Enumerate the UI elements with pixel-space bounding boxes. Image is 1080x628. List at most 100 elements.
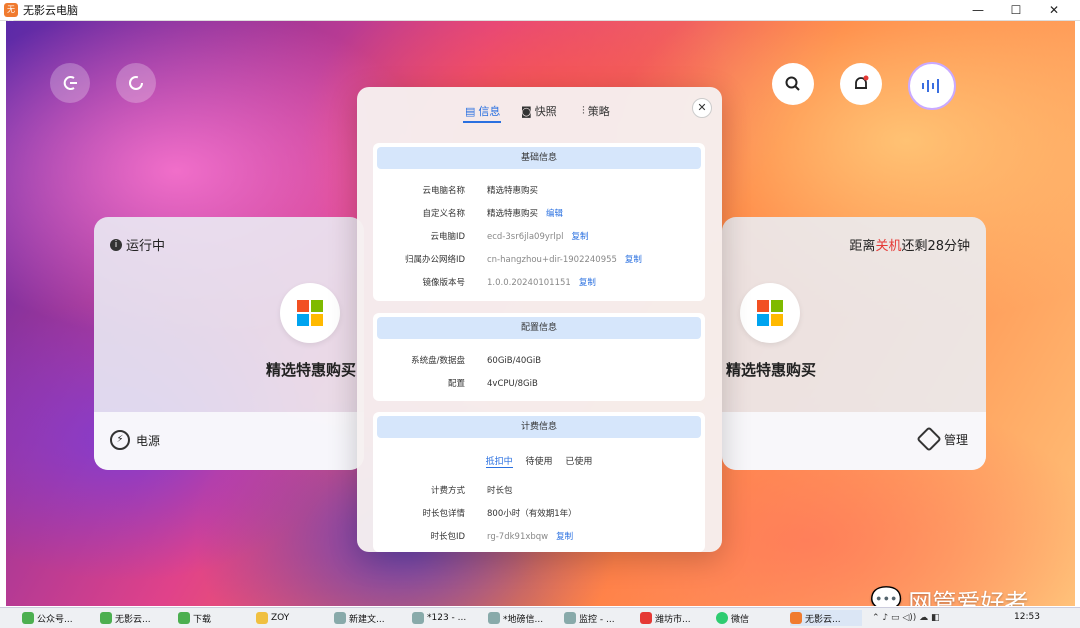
subtab-deducting[interactable]: 抵扣中: [485, 457, 513, 468]
window-title: 无影云电脑: [23, 4, 78, 17]
settings-icon: [916, 426, 942, 452]
section-header: 计费信息: [377, 416, 701, 438]
clock: 12:53: [1014, 612, 1040, 622]
modal-tabs: ▤ 信息 ◙ 快照 ⫶ 策略: [357, 103, 722, 123]
refresh-icon: [129, 76, 143, 90]
refresh-button[interactable]: [116, 63, 156, 103]
card-footer: ⚡ 电源: [94, 412, 364, 470]
info-row: 归属办公网络ID cn-hangzhou+dir-1902240955 复制: [404, 255, 642, 265]
billing-info-section: 计费信息 抵扣中 待使用 已使用 计费方式 时长包 时长包详情 800小时（有效…: [373, 412, 705, 552]
power-icon: ⚡: [110, 430, 130, 450]
maximize-button[interactable]: ☐: [998, 0, 1034, 20]
info-row: 配置 4vCPU/8GiB: [447, 379, 538, 389]
taskbar-item[interactable]: *123 - ...: [412, 610, 466, 626]
close-window-button[interactable]: ✕: [1036, 0, 1072, 20]
countdown-highlight: 关机: [875, 239, 902, 254]
voice-wave-icon: [922, 79, 939, 93]
copy-link[interactable]: 复制: [556, 532, 573, 542]
notepad-icon: [488, 612, 500, 624]
windows-logo-icon: [280, 283, 340, 343]
folder-icon: [256, 612, 268, 624]
wps-icon: [640, 612, 652, 624]
notepad-icon: [412, 612, 424, 624]
subtab-pending[interactable]: 待使用: [525, 457, 552, 467]
power-button[interactable]: ⚡ 电源: [110, 430, 160, 450]
tray-icons: ⌃ ♪ ▭ ◁)) ☁ ◧: [872, 613, 940, 623]
info-row: 系统盘/数据盘 60GiB/40GiB: [411, 356, 542, 366]
info-icon: i: [110, 238, 122, 251]
search-button[interactable]: [772, 63, 814, 105]
copy-link[interactable]: 复制: [579, 278, 596, 288]
active-tab-indicator: [463, 121, 501, 123]
watermark: 💬 网管爱好者: [870, 583, 1029, 607]
cloud-pc-card-left[interactable]: i 运行中 精选特惠购买 ⚡ 电源: [94, 217, 364, 470]
taskbar-item[interactable]: 公众号...: [22, 610, 73, 626]
subtab-used[interactable]: 已使用: [565, 457, 592, 467]
watermark-text: 网管爱好者: [908, 589, 1029, 606]
status-label: i 运行中: [110, 235, 165, 254]
copy-link[interactable]: 复制: [572, 232, 589, 242]
sliders-icon: ⫶: [582, 104, 585, 117]
app-icon: [790, 612, 802, 624]
taskbar-item[interactable]: 无影云...: [100, 610, 151, 626]
status-text: 运行中: [126, 239, 166, 254]
bell-icon: [855, 75, 869, 89]
logout-icon: [63, 76, 77, 90]
countdown-prefix: 距离: [849, 239, 876, 254]
window-titlebar: 无影 无影云电脑 — ☐ ✕: [0, 0, 1080, 28]
basic-info-section: 基础信息 云电脑名称 精选特惠购买 自定义名称 精选特惠购买 编辑 云电脑ID e…: [373, 143, 705, 301]
tab-snapshot[interactable]: ◙ 快照: [521, 103, 557, 119]
voice-assistant-button[interactable]: [908, 62, 956, 110]
tab-policy[interactable]: ⫶ 策略: [582, 103, 610, 119]
countdown-suffix: 还剩28分钟: [901, 239, 970, 254]
notepad-icon: [334, 612, 346, 624]
camera-icon: ◙: [521, 104, 532, 118]
taskbar: 公众号... 无影云... 下载 ZOY 新建文... *123 - ... *…: [0, 607, 1080, 628]
taskbar-item[interactable]: 潍坊市...: [640, 610, 691, 626]
power-label: 电源: [136, 433, 161, 448]
info-row: 时长包ID rg-7dk91xbqw 复制: [430, 532, 574, 542]
billing-subtabs: 抵扣中 待使用 已使用: [373, 454, 705, 468]
notification-button[interactable]: [840, 63, 882, 105]
app-logo-icon: 无影: [4, 3, 18, 28]
close-modal-button[interactable]: ✕: [692, 98, 712, 118]
taskbar-item-active[interactable]: 无影云...: [790, 610, 862, 626]
shutdown-countdown: 距离关机还剩28分钟: [849, 235, 970, 254]
copy-link[interactable]: 复制: [625, 255, 642, 265]
wechat-icon: 💬: [870, 585, 903, 607]
info-row: 计费方式 时长包: [430, 486, 513, 496]
app-icon: [22, 612, 34, 624]
edit-link[interactable]: 编辑: [546, 209, 563, 219]
section-header: 基础信息: [377, 147, 701, 169]
info-row: 时长包详情 800小时（有效期1年）: [422, 509, 577, 519]
card-footer: 管理: [722, 412, 986, 470]
document-icon: ▤: [465, 104, 476, 118]
info-row: 镜像版本号 1.0.0.20240101151 复制: [422, 278, 596, 288]
app-icon: [178, 612, 190, 624]
system-tray[interactable]: ⌃ ♪ ▭ ◁)) ☁ ◧: [872, 610, 940, 626]
windows-logo-icon: [740, 283, 800, 343]
manage-button[interactable]: 管理: [916, 426, 968, 452]
info-row: 云电脑ID ecd-3sr6jla09yrlpl 复制: [430, 232, 589, 242]
taskbar-item[interactable]: 新建文...: [334, 610, 385, 626]
info-modal: ▤ 信息 ◙ 快照 ⫶ 策略 ✕ 基础信息 云电脑名称 精选特惠购买 自定义名称 精选…: [357, 87, 722, 552]
pc-name: 精选特惠购买: [726, 361, 817, 379]
taskbar-item[interactable]: ZOY: [256, 610, 289, 626]
config-info-section: 配置信息 系统盘/数据盘 60GiB/40GiB 配置 4vCPU/8GiB: [373, 313, 705, 401]
tab-info[interactable]: ▤ 信息: [465, 103, 500, 119]
app-icon: [100, 612, 112, 624]
search-icon: [785, 76, 800, 91]
taskbar-item[interactable]: 监控 - ...: [564, 610, 615, 626]
taskbar-item[interactable]: 下载: [178, 610, 211, 626]
taskbar-item[interactable]: 微信: [716, 610, 749, 626]
info-row: 自定义名称 精选特惠购买 编辑: [422, 209, 564, 219]
info-row: 云电脑名称 精选特惠购买: [422, 186, 539, 196]
taskbar-item[interactable]: *地磅信...: [488, 610, 543, 626]
manage-label: 管理: [943, 432, 968, 447]
minimize-button[interactable]: —: [960, 0, 996, 20]
logout-button[interactable]: [50, 63, 90, 103]
section-header: 配置信息: [377, 317, 701, 339]
pc-name: 精选特惠购买: [266, 361, 357, 379]
cloud-pc-card-right[interactable]: 距离关机还剩28分钟 精选特惠购买 管理: [722, 217, 986, 470]
notepad-icon: [564, 612, 576, 624]
